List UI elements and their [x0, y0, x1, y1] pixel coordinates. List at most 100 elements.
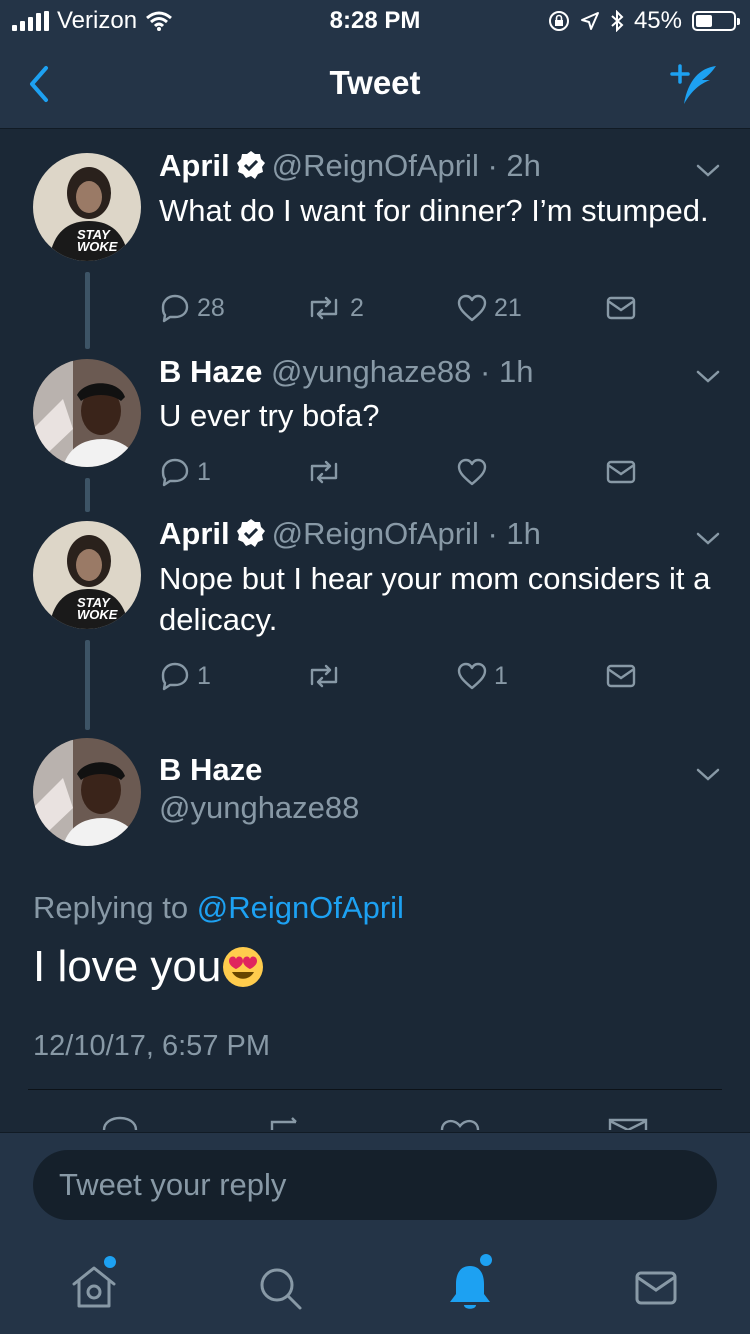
retweet-button[interactable]: 2	[304, 292, 364, 324]
author-name[interactable]: April	[159, 516, 230, 551]
separator: ·	[471, 354, 499, 389]
separator: ·	[478, 516, 507, 551]
retweet-button[interactable]	[304, 660, 350, 692]
rotation-lock-icon	[548, 11, 569, 31]
messages-icon	[635, 1271, 677, 1305]
heart-eyes-emoji	[221, 945, 265, 989]
separator: ·	[478, 148, 507, 183]
envelope-icon	[606, 296, 636, 320]
nav-bar: Tweet	[0, 40, 750, 129]
focused-tweet-timestamp: 12/10/17, 6:57 PM	[33, 1030, 270, 1062]
battery-percent: 45%	[633, 7, 682, 34]
focused-author-name[interactable]: B Haze	[159, 752, 262, 788]
new-tweets-dot	[104, 1256, 116, 1268]
retweet-icon	[310, 296, 338, 320]
tweet-menu-button[interactable]	[694, 366, 722, 386]
retweet-icon	[310, 664, 338, 688]
focused-author-handle[interactable]: @yunghaze88	[159, 790, 359, 826]
author-handle[interactable]: @ReignOfApril	[272, 516, 479, 551]
avatar-april[interactable]: STAY WOKE	[33, 153, 141, 261]
verified-badge-icon	[236, 518, 266, 556]
like-button[interactable]	[456, 456, 494, 488]
battery-icon	[692, 11, 740, 31]
author-handle[interactable]: @ReignOfApril	[272, 148, 479, 183]
direct-message-button[interactable]	[605, 456, 637, 488]
thread-line	[85, 640, 90, 730]
home-icon	[72, 1266, 116, 1308]
replying-to: Replying to @ReignOfApril	[33, 890, 404, 926]
author-handle[interactable]: @yunghaze88	[271, 354, 471, 389]
tweet-header: April @ReignOfApril · 2h	[159, 148, 541, 188]
retweet-icon[interactable]	[266, 1116, 306, 1130]
tweet-time: 1h	[498, 354, 534, 389]
thread-line	[85, 478, 90, 512]
tab-bar	[0, 1236, 750, 1334]
compose-feather-icon	[670, 64, 716, 104]
like-button[interactable]: 21	[456, 292, 522, 324]
tab-search[interactable]	[250, 1258, 310, 1318]
direct-message-button[interactable]	[605, 660, 637, 692]
heart-icon[interactable]	[440, 1116, 480, 1130]
tweet-time: 1h	[506, 516, 541, 551]
tweet-menu-button[interactable]	[694, 160, 722, 180]
notifications-dot	[480, 1254, 492, 1266]
tweet-header: April @ReignOfApril · 1h	[159, 516, 541, 556]
chevron-down-icon	[696, 164, 720, 177]
replying-prefix: Replying to	[33, 890, 189, 925]
compose-tweet-button[interactable]	[666, 60, 722, 110]
svg-text:WOKE: WOKE	[77, 607, 118, 622]
focused-tweet-body: I love you	[33, 942, 222, 991]
reply-button[interactable]: 1	[159, 456, 211, 488]
reply-icon[interactable]	[100, 1116, 140, 1130]
avatar-april[interactable]: STAY WOKE	[33, 521, 141, 629]
svg-text:WOKE: WOKE	[77, 239, 118, 254]
avatar-bhaze[interactable]	[33, 359, 141, 467]
envelope-icon[interactable]	[608, 1116, 648, 1130]
tweet-actions: 1 1	[159, 660, 679, 696]
notifications-icon	[450, 1266, 490, 1309]
envelope-icon	[606, 664, 636, 688]
tweet-time: 2h	[506, 148, 541, 183]
envelope-icon	[606, 460, 636, 484]
tab-notifications[interactable]	[440, 1254, 500, 1318]
like-count: 1	[494, 661, 508, 690]
reply-button[interactable]: 1	[159, 660, 211, 692]
search-icon	[260, 1268, 302, 1310]
reply-bar: Tweet your reply	[0, 1132, 750, 1237]
separator	[262, 354, 271, 389]
reply-icon	[161, 458, 189, 487]
retweet-icon	[310, 460, 338, 484]
reply-button[interactable]: 28	[159, 292, 225, 324]
focused-tweet-actions	[100, 1116, 660, 1130]
tweet-text: U ever try bofa?	[159, 398, 380, 433]
reply-icon	[161, 294, 189, 323]
author-name[interactable]: B Haze	[159, 354, 262, 389]
heart-icon	[457, 662, 487, 690]
tweet-reply-input[interactable]: Tweet your reply	[33, 1150, 717, 1220]
tweet-menu-button[interactable]	[694, 764, 722, 784]
bluetooth-icon	[611, 10, 624, 32]
heart-icon	[457, 294, 487, 322]
divider	[28, 1089, 722, 1090]
retweet-button[interactable]	[304, 456, 350, 488]
reply-icon	[161, 662, 189, 691]
tweet-text: Nope but I hear your mom considers it a …	[159, 561, 711, 637]
replying-to-link[interactable]: @ReignOfApril	[197, 890, 404, 925]
reply-count: 28	[197, 293, 225, 322]
tab-home[interactable]	[64, 1256, 124, 1318]
page-title: Tweet	[329, 64, 421, 101]
tweet-menu-button[interactable]	[694, 528, 722, 548]
verified-badge-icon	[236, 150, 266, 188]
focused-tweet-text: I love you	[33, 942, 265, 992]
thread-line	[85, 272, 90, 349]
tweet-text: What do I want for dinner? I’m stumped.	[159, 193, 709, 228]
author-name[interactable]: April	[159, 148, 230, 183]
retweet-count: 2	[350, 293, 364, 322]
direct-message-button[interactable]	[605, 292, 637, 324]
reply-count: 1	[197, 457, 211, 486]
location-icon	[580, 12, 599, 30]
tab-messages[interactable]	[626, 1258, 686, 1318]
like-button[interactable]: 1	[456, 660, 508, 692]
avatar-bhaze[interactable]	[33, 738, 141, 846]
chevron-down-icon	[696, 768, 720, 781]
